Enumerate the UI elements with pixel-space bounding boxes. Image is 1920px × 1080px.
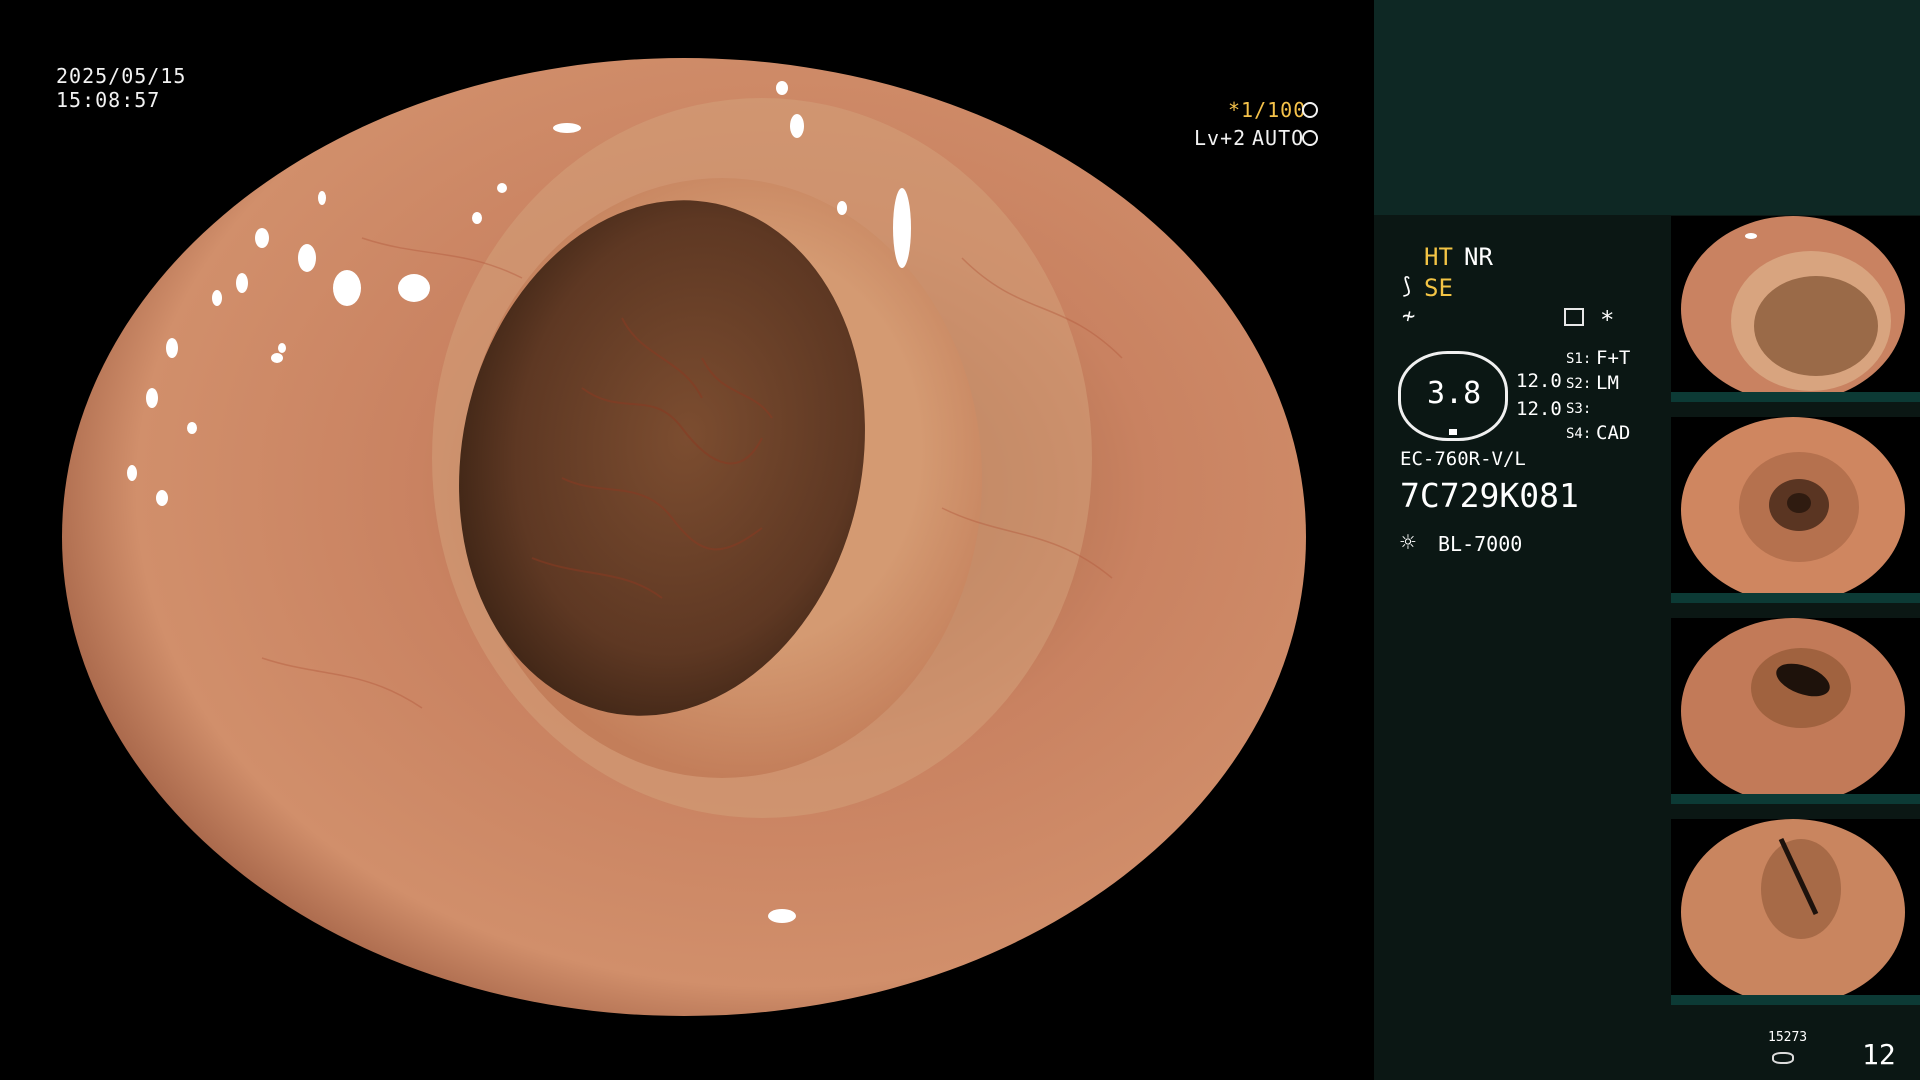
status-panel: HT NR ⟆ SE ≁ * 3.8 12.0 12.0 S1: F+T S2:…: [1374, 0, 1920, 1080]
value-2: 12.0: [1516, 398, 1562, 420]
thumbnail-strip: [1671, 794, 1920, 804]
gauge-marker: [1449, 429, 1457, 435]
iris-mode: AUTO: [1252, 126, 1305, 150]
light-icon: ☼: [1400, 528, 1416, 558]
s1-value: F+T: [1596, 347, 1631, 369]
light-source: BL-7000: [1438, 532, 1523, 556]
thumbnail-2[interactable]: [1671, 417, 1920, 603]
gauge-value: 3.8: [1427, 376, 1482, 411]
nr-indicator: NR: [1464, 243, 1493, 271]
value-1: 12.0: [1516, 370, 1562, 392]
scope-adjust-icon: ⟆: [1400, 274, 1414, 299]
s2-label: S2:: [1566, 376, 1592, 392]
thumbnail-strip: [1671, 593, 1920, 603]
colon-image: [62, 58, 1306, 1016]
gauge-circle: 3.8: [1398, 351, 1508, 441]
thumbnail-strip: [1671, 392, 1920, 402]
panel-header-area: [1374, 0, 1920, 215]
shutter-icon: [1302, 102, 1318, 118]
iris-icon: [1302, 130, 1318, 146]
s3-label: S3:: [1566, 401, 1592, 417]
s4-value: CAD: [1596, 422, 1631, 444]
s2-value: LM: [1596, 372, 1619, 394]
scope-model: EC-760R-V/L: [1400, 448, 1526, 470]
time-text: 15:08:57: [56, 88, 161, 112]
thumbnail-image: [1681, 819, 1905, 1005]
menu-icon: [1564, 308, 1584, 326]
counter-top: 15273: [1768, 1030, 1808, 1045]
thumbnail-strip: [1671, 995, 1920, 1005]
s4-label: S4:: [1566, 426, 1592, 442]
endoscope-image: [62, 58, 1306, 1016]
thumbnail-3[interactable]: [1671, 618, 1920, 804]
shutter-speed: *1/100: [1228, 98, 1307, 122]
se-indicator: SE: [1424, 274, 1453, 302]
thumbnail-4[interactable]: [1671, 819, 1920, 1005]
s1-label: S1:: [1566, 351, 1592, 367]
thumbnail-image: [1681, 618, 1905, 804]
thumbnail-image: [1681, 216, 1905, 402]
level-text: Lv+2: [1194, 126, 1247, 150]
flash-off-icon: ≁: [1402, 304, 1416, 329]
thumbnail-1[interactable]: [1671, 216, 1920, 402]
thumbnail-image: [1681, 417, 1905, 603]
storage-icon: [1772, 1052, 1794, 1064]
image-counter: 12: [1862, 1038, 1896, 1071]
star-indicator: *: [1600, 306, 1615, 334]
endoscope-view: 2025/05/15 15:08:57 *1/100 Lv+2 AUTO: [0, 0, 1374, 1080]
scope-serial: 7C729K081: [1400, 476, 1579, 515]
ht-indicator: HT: [1424, 243, 1453, 271]
date-text: 2025/05/15: [56, 64, 187, 88]
